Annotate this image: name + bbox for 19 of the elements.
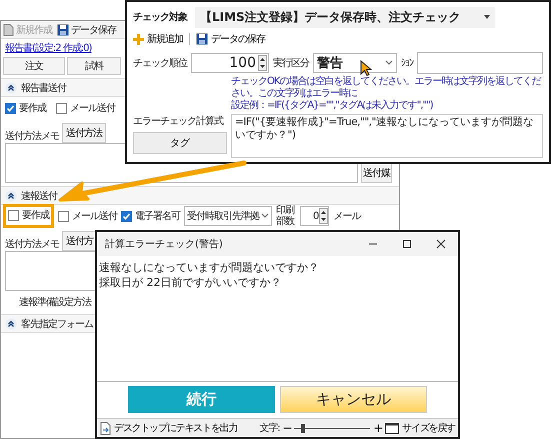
order-label: チェック順位 — [133, 57, 187, 70]
copies-label: 印刷部数 — [276, 205, 296, 227]
section-title: 客先指定フォーム — [21, 318, 93, 330]
target-label: チェック対象 — [133, 10, 187, 24]
option-label: ｼｮﾝ — [401, 57, 413, 69]
exec-label: 実行区分 — [273, 56, 309, 70]
memo-label: 送付方法メモ — [5, 130, 59, 143]
formula-label: エラーチェック計算式 — [133, 114, 224, 128]
font-size-label: 文字: — [260, 422, 280, 435]
help-text: 設定例：=IF({タグA}="","タグAは未入力です","") — [231, 100, 434, 112]
section-title: 報告書送付 — [21, 82, 66, 94]
message-text: 速報なしになっていますが問題ないですか？ — [99, 260, 320, 275]
memo-label: 送付方法メモ — [5, 238, 59, 251]
section-title: 速報送付 — [21, 190, 57, 202]
help-text: チェックOKの場合は空白を返してください。エラー時は文字列を返してください。この文字列はエラー時に — [231, 76, 542, 100]
dialog-title: 計算エラーチェック(警告) — [105, 238, 224, 251]
message-text: 採取日が 22日前ですがいいですか？ — [99, 275, 282, 290]
prep-label: 速報準備設定方法 — [18, 296, 92, 310]
mail-to-label: メール — [333, 210, 360, 223]
